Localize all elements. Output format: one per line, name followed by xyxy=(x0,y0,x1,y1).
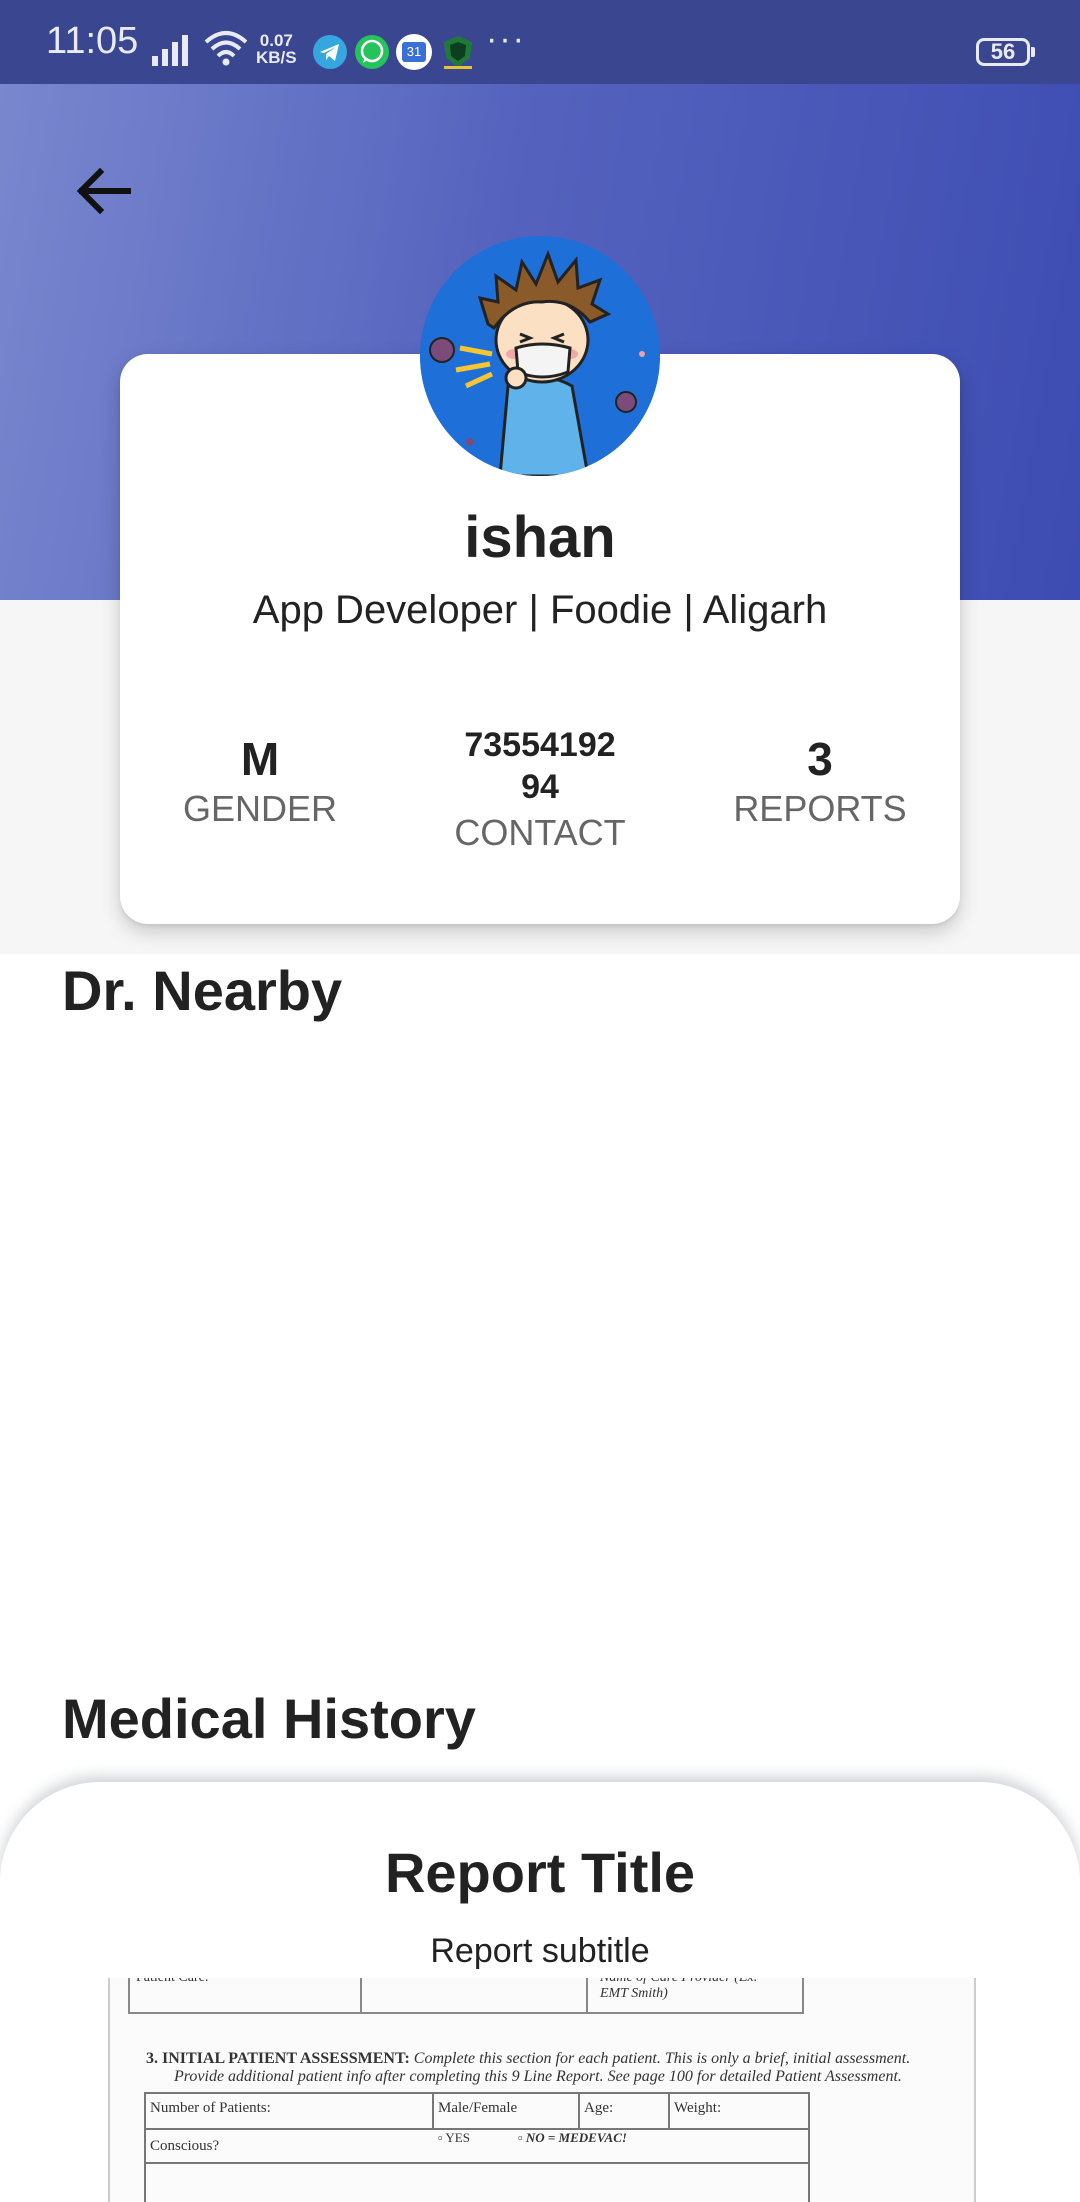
section-title-nearby: Dr. Nearby xyxy=(62,959,343,1022)
report-image-col-age: Age: xyxy=(584,2100,614,2116)
back-arrow-icon[interactable] xyxy=(72,160,134,222)
avatar-illustration xyxy=(420,236,660,476)
wifi-icon xyxy=(204,31,248,66)
stat-gender-label: GENDER xyxy=(182,788,338,829)
report-image-top-left: Patient Care: xyxy=(136,1978,209,1986)
report-image-col-weight: Weight: xyxy=(674,2100,722,2116)
report-image-col-patients: Number of Patients: xyxy=(150,2100,271,2116)
stat-reports: 3 REPORTS xyxy=(700,734,940,830)
battery-icon: 56 xyxy=(976,38,1035,66)
report-document-image[interactable]: Patient Care: Name of Care Provider (Ex.… xyxy=(108,1978,976,2202)
network-speed-unit: KB/S xyxy=(256,48,297,67)
report-image-opt-yes: ▫ YES xyxy=(438,2130,470,2145)
report-image-heading-line2: Provide additional patient info after co… xyxy=(174,2068,902,2085)
telegram-icon xyxy=(313,35,347,69)
report-image-top-right-2: EMT Smith) xyxy=(600,1986,668,2001)
calendar-icon: 31 xyxy=(396,34,432,70)
report-image-top-box: Patient Care: Name of Care Provider (Ex.… xyxy=(128,1978,804,2014)
signal-icon xyxy=(152,35,188,66)
report-image-top-right-1: Name of Care Provider (Ex. xyxy=(600,1978,757,1986)
stat-gender-value: M xyxy=(240,733,280,785)
stat-contact-value-line1: 73554192 xyxy=(464,726,616,764)
profile-name: ishan xyxy=(464,505,616,570)
report-subtitle: Report subtitle xyxy=(430,1932,650,1970)
stat-reports-value: 3 xyxy=(807,733,833,785)
report-image-row-conscious: Conscious? xyxy=(150,2138,220,2154)
profile-bio: App Developer | Foodie | Aligarh xyxy=(252,588,828,632)
stat-contact: 73554192 94 CONTACT xyxy=(420,724,660,854)
section-title-medical-history: Medical History xyxy=(62,1687,476,1750)
report-image-table: Number of Patients: Male/Female Age: Wei… xyxy=(144,2092,810,2202)
report-image-opt-no: ▫ NO = MEDEVAC! xyxy=(518,2130,627,2145)
report-image-heading-rest: Complete this section for each patient. … xyxy=(409,2050,911,2067)
profile-avatar[interactable] xyxy=(420,236,660,476)
whatsapp-icon xyxy=(355,35,389,69)
calendar-day: 31 xyxy=(402,42,426,62)
stat-gender: M GENDER xyxy=(140,734,380,830)
shield-app-icon xyxy=(444,36,472,69)
network-speed-value: 0.07 xyxy=(259,31,293,50)
report-image-col-sex: Male/Female xyxy=(438,2100,518,2116)
report-image-heading: 3. INITIAL PATIENT ASSESSMENT: Complete … xyxy=(146,2050,966,2086)
stat-contact-value-line2: 94 xyxy=(521,768,559,806)
status-bar: 11:05 0.07 KB/S 31 ··· 56 xyxy=(0,0,1080,84)
stat-contact-label: CONTACT xyxy=(454,812,626,853)
status-time: 11:05 xyxy=(46,20,139,62)
network-speed: 0.07 KB/S xyxy=(256,32,297,66)
report-image-heading-bold: 3. INITIAL PATIENT ASSESSMENT: xyxy=(146,2050,410,2067)
report-title: Report Title xyxy=(384,1841,696,1904)
overflow-dots-icon: ··· xyxy=(486,20,526,58)
stat-reports-label: REPORTS xyxy=(733,788,907,829)
report-card[interactable]: Report Title Report subtitle Patient Car… xyxy=(0,1782,1080,2202)
